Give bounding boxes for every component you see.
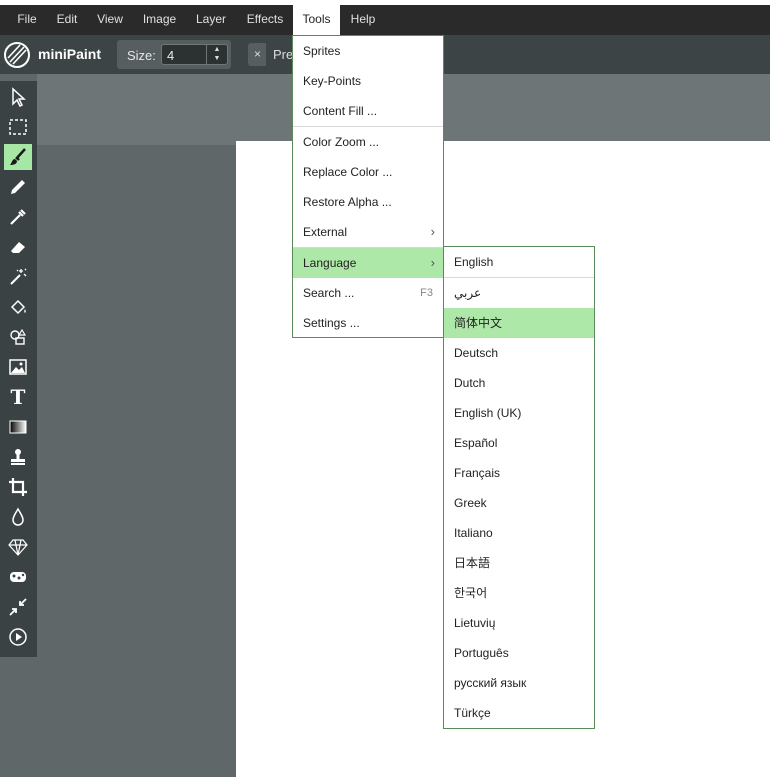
tools-sidebar: T <box>0 81 37 657</box>
clone-stamp-icon <box>11 449 25 465</box>
menu-item-content-fill[interactable]: Content Fill ... <box>293 96 443 126</box>
blur-drop-icon <box>12 507 24 526</box>
lang-turkish[interactable]: Türkçe <box>444 698 594 728</box>
tool-pencil[interactable] <box>4 174 32 200</box>
tool-blur[interactable] <box>4 504 32 530</box>
tool-eraser[interactable] <box>4 234 32 260</box>
tool-animation[interactable] <box>4 624 32 650</box>
menu-bar: File Edit View Image Layer Effects Tools… <box>0 5 770 35</box>
menu-view[interactable]: View <box>91 5 129 35</box>
lang-chinese-simplified[interactable]: 简体中文 <box>444 308 594 338</box>
shrink-icon <box>9 598 27 616</box>
tool-crop[interactable] <box>4 474 32 500</box>
menu-item-external[interactable]: External › <box>293 217 443 247</box>
menu-effects[interactable]: Effects <box>240 5 290 35</box>
app-name: miniPaint <box>38 46 102 62</box>
menu-item-language[interactable]: Language › <box>293 248 443 278</box>
lang-russian[interactable]: русский язык <box>444 668 594 698</box>
lang-korean[interactable]: 한국어 <box>444 578 594 608</box>
shortcut-label: F3 <box>420 287 433 299</box>
chevron-right-icon: › <box>430 224 435 239</box>
tool-brush[interactable] <box>4 144 32 170</box>
menu-item-language-label: Language <box>303 256 357 270</box>
size-label: Size: <box>127 48 156 63</box>
tool-fill[interactable] <box>4 294 32 320</box>
gradient-icon <box>9 420 27 434</box>
stepper-down-icon[interactable]: ▼ <box>207 54 227 63</box>
menu-item-replace-color[interactable]: Replace Color ... <box>293 157 443 187</box>
tool-shapes[interactable] <box>4 324 32 350</box>
shapes-icon <box>10 328 27 345</box>
lang-french[interactable]: Français <box>444 458 594 488</box>
menu-item-search-label: Search ... <box>303 286 355 300</box>
lang-arabic[interactable]: عربي <box>444 278 594 308</box>
tool-shrink[interactable] <box>4 594 32 620</box>
lang-japanese[interactable]: 日本語 <box>444 548 594 578</box>
bulge-icon <box>10 572 26 582</box>
tool-color-picker[interactable] <box>4 204 32 230</box>
minipaint-logo-icon <box>4 42 30 68</box>
tools-menu: Sprites Key-Points Content Fill ... Colo… <box>292 35 444 338</box>
image-icon <box>9 359 27 375</box>
menu-item-color-zoom[interactable]: Color Zoom ... <box>293 127 443 157</box>
tool-clone[interactable] <box>4 444 32 470</box>
menu-item-restore-alpha[interactable]: Restore Alpha ... <box>293 187 443 217</box>
tool-image[interactable] <box>4 354 32 380</box>
size-value: 4 <box>167 48 175 63</box>
tool-gradient[interactable] <box>4 414 32 440</box>
animation-play-icon <box>9 628 27 646</box>
close-icon[interactable]: × <box>254 47 261 61</box>
lang-greek[interactable]: Greek <box>444 488 594 518</box>
pencil-icon <box>11 180 25 194</box>
color-picker-icon <box>10 209 26 225</box>
size-control: Size: 4 ▲ ▼ <box>117 40 231 69</box>
lang-portuguese[interactable]: Português <box>444 638 594 668</box>
menu-help[interactable]: Help <box>344 5 382 35</box>
menu-item-settings[interactable]: Settings ... <box>293 308 443 338</box>
menu-edit[interactable]: Edit <box>50 5 84 35</box>
eraser-icon <box>11 242 25 253</box>
size-stepper[interactable]: ▲ ▼ <box>206 45 227 64</box>
select-icon <box>12 87 26 107</box>
brush-icon <box>10 148 26 165</box>
menu-file[interactable]: File <box>10 5 44 35</box>
language-submenu: English عربي 简体中文 Deutsch Dutch English … <box>443 246 595 729</box>
menu-item-sprites[interactable]: Sprites <box>293 36 443 66</box>
tool-select[interactable] <box>4 84 32 110</box>
menu-item-external-label: External <box>303 225 348 239</box>
tool-bulge[interactable] <box>4 564 32 590</box>
lang-german[interactable]: Deutsch <box>444 338 594 368</box>
tool-selection[interactable] <box>4 114 32 140</box>
chevron-right-icon: › <box>430 255 435 270</box>
lang-english-uk[interactable]: English (UK) <box>444 398 594 428</box>
magic-wand-icon <box>10 268 27 285</box>
tool-magic-wand[interactable] <box>4 264 32 290</box>
crop-icon <box>9 478 27 496</box>
lang-spanish[interactable]: Español <box>444 428 594 458</box>
fill-bucket-icon <box>10 299 26 315</box>
menu-item-search[interactable]: Search ... F3 <box>293 278 443 308</box>
lang-dutch[interactable]: Dutch <box>444 368 594 398</box>
lang-lithuanian[interactable]: Lietuvių <box>444 608 594 638</box>
menu-item-key-points[interactable]: Key-Points <box>293 66 443 96</box>
sharpen-icon <box>8 539 28 556</box>
text-icon: T <box>10 385 26 409</box>
menu-tools[interactable]: Tools <box>293 5 340 35</box>
selection-rect-icon <box>9 119 27 135</box>
lang-english[interactable]: English <box>444 247 594 277</box>
menu-image[interactable]: Image <box>137 5 182 35</box>
lang-italian[interactable]: Italiano <box>444 518 594 548</box>
tool-sharpen[interactable] <box>4 534 32 560</box>
tool-text[interactable]: T <box>4 384 32 410</box>
size-input[interactable]: 4 ▲ ▼ <box>161 44 228 65</box>
menu-layer[interactable]: Layer <box>190 5 232 35</box>
stepper-up-icon[interactable]: ▲ <box>207 45 227 54</box>
